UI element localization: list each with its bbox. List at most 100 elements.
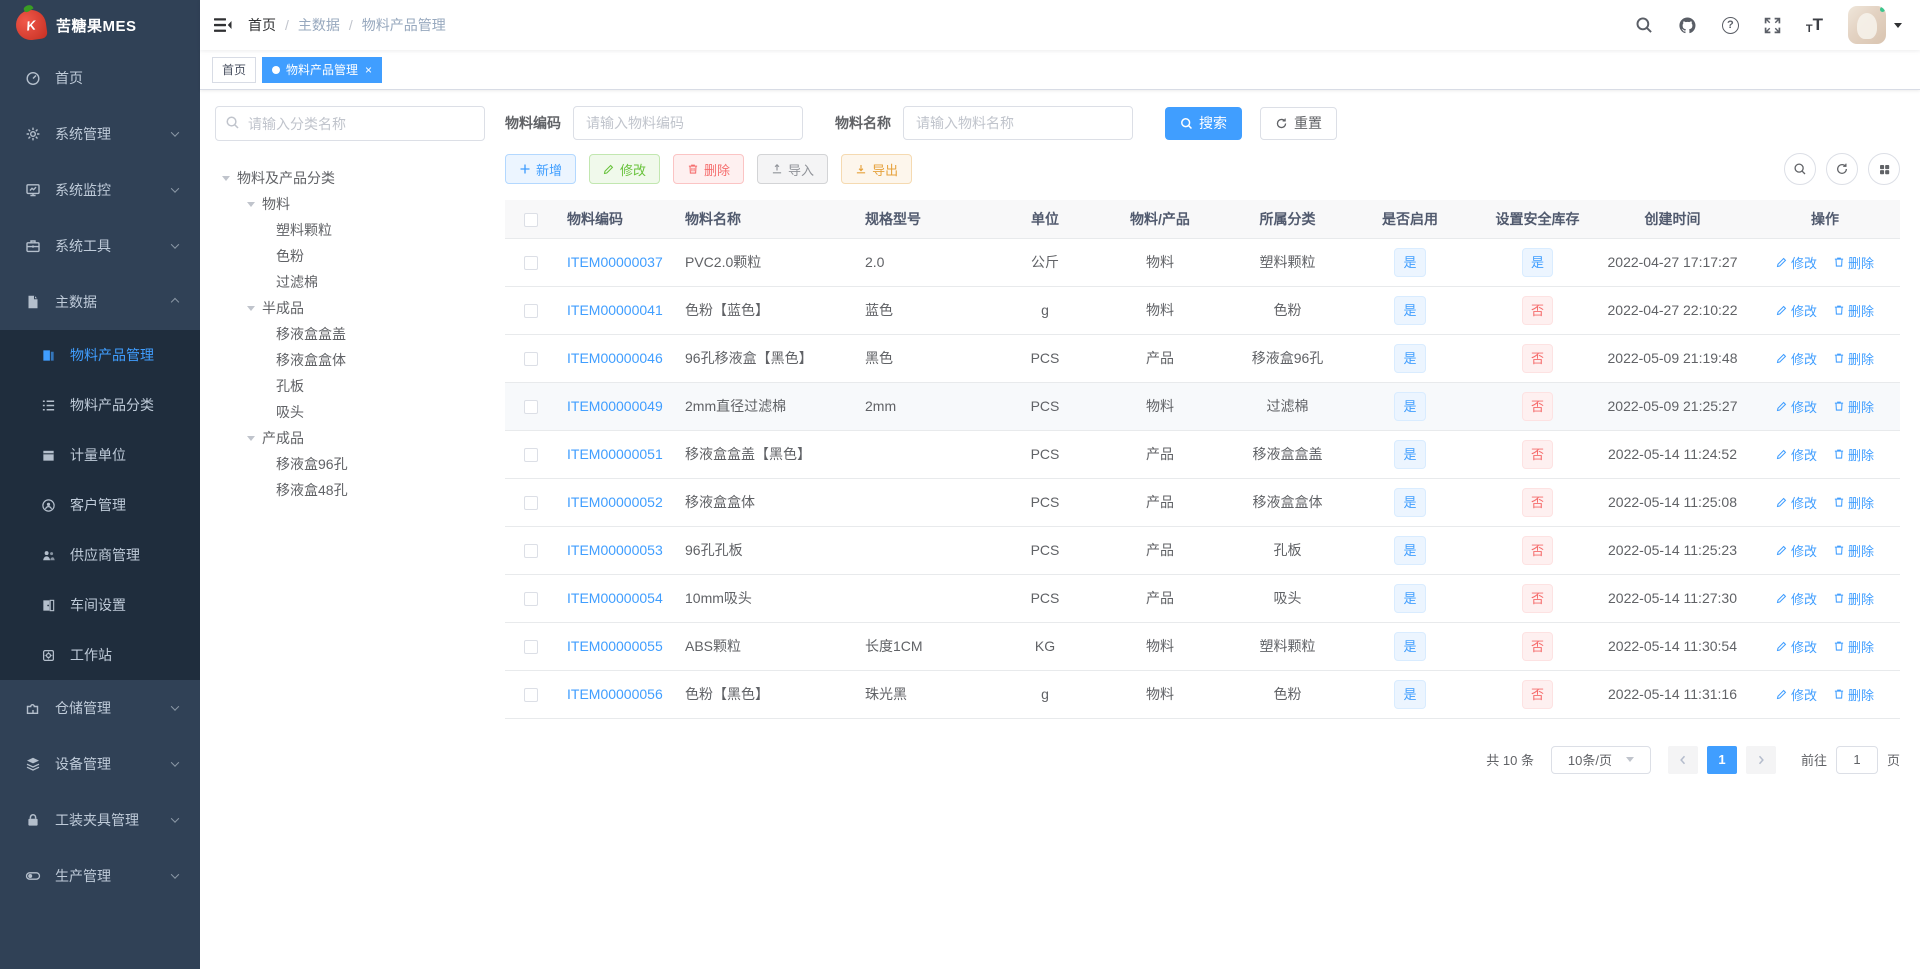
row-checkbox[interactable] (524, 352, 538, 367)
page-size-select[interactable]: 10条/页 (1550, 745, 1651, 774)
tree-node[interactable]: 移液盒96孔 (215, 451, 485, 477)
row-checkbox[interactable] (524, 640, 538, 655)
add-button[interactable]: 新增 (505, 154, 577, 184)
row-delete-button[interactable]: 删除 (1833, 541, 1874, 560)
row-checkbox[interactable] (524, 496, 538, 511)
delete-button[interactable]: 删除 (673, 154, 745, 184)
material-code-link[interactable]: ITEM00000041 (567, 302, 663, 318)
row-delete-button[interactable]: 删除 (1833, 493, 1874, 512)
tree-node[interactable]: 移液盒盒体 (215, 347, 485, 373)
tree-node[interactable]: 半成品 (215, 295, 485, 321)
github-icon[interactable] (1678, 16, 1697, 35)
tree-node[interactable]: 吸头 (215, 399, 485, 425)
row-delete-button[interactable]: 删除 (1833, 589, 1874, 608)
font-size-icon[interactable]: TT (1806, 15, 1823, 35)
sidebar-item-production[interactable]: 生产管理 (0, 848, 200, 904)
row-edit-button[interactable]: 修改 (1776, 493, 1817, 512)
select-all-checkbox[interactable] (524, 212, 538, 227)
sidebar-item-master-data[interactable]: 主数据 (0, 274, 200, 330)
material-code-input[interactable] (573, 106, 803, 140)
breadcrumb-item[interactable]: 首页 (248, 15, 276, 35)
breadcrumb-item[interactable]: 主数据 (298, 15, 340, 35)
tree-expand-icon[interactable] (247, 202, 255, 211)
sidebar-item-system-manage[interactable]: 系统管理 (0, 106, 200, 162)
row-edit-button[interactable]: 修改 (1776, 445, 1817, 464)
reset-button[interactable]: 重置 (1260, 106, 1337, 140)
search-icon[interactable] (1635, 16, 1653, 34)
material-code-link[interactable]: ITEM00000051 (567, 446, 663, 462)
next-page-button[interactable] (1745, 745, 1776, 774)
material-code-link[interactable]: ITEM00000046 (567, 350, 663, 366)
sidebar-item-customer-manage[interactable]: 客户管理 (0, 480, 200, 530)
help-icon[interactable]: ? (1721, 16, 1739, 34)
columns-grid-icon[interactable] (1868, 153, 1900, 185)
row-edit-button[interactable]: 修改 (1776, 301, 1817, 320)
page-number-1[interactable]: 1 (1706, 745, 1737, 774)
row-edit-button[interactable]: 修改 (1776, 349, 1817, 368)
tree-node[interactable]: 物料 (215, 191, 485, 217)
user-menu[interactable] (1848, 6, 1902, 44)
row-checkbox[interactable] (524, 256, 538, 271)
tree-expand-icon[interactable] (247, 436, 255, 445)
row-checkbox[interactable] (524, 304, 538, 319)
sidebar-item-home[interactable]: 首页 (0, 50, 200, 106)
tab-home[interactable]: 首页 (212, 56, 257, 83)
tree-node[interactable]: 塑料颗粒 (215, 217, 485, 243)
tree-node[interactable]: 过滤棉 (215, 269, 485, 295)
sidebar-item-warehouse[interactable]: 仓储管理 (0, 680, 200, 736)
import-button[interactable]: 导入 (757, 154, 829, 184)
sidebar-item-equipment[interactable]: 设备管理 (0, 736, 200, 792)
sidebar-fold-icon[interactable] (214, 17, 232, 33)
material-code-link[interactable]: ITEM00000056 (567, 686, 663, 702)
tree-node[interactable]: 产成品 (215, 425, 485, 451)
material-name-input[interactable] (903, 106, 1133, 140)
tree-node[interactable]: 物料及产品分类 (215, 165, 485, 191)
avatar[interactable] (1848, 6, 1886, 44)
row-checkbox[interactable] (524, 448, 538, 463)
toggle-search-icon[interactable] (1784, 153, 1816, 185)
sidebar-item-supplier-manage[interactable]: 供应商管理 (0, 530, 200, 580)
sidebar-item-workshop-settings[interactable]: 车间设置 (0, 580, 200, 630)
sidebar-item-material-manage[interactable]: 物料产品管理 (0, 330, 200, 380)
tree-node[interactable]: 色粉 (215, 243, 485, 269)
row-delete-button[interactable]: 删除 (1833, 397, 1874, 416)
row-delete-button[interactable]: 删除 (1833, 253, 1874, 272)
row-edit-button[interactable]: 修改 (1776, 397, 1817, 416)
row-delete-button[interactable]: 删除 (1833, 445, 1874, 464)
edit-button[interactable]: 修改 (589, 154, 661, 184)
sidebar-item-material-category[interactable]: 物料产品分类 (0, 380, 200, 430)
sidebar-item-system-monitor[interactable]: 系统监控 (0, 162, 200, 218)
tree-expand-icon[interactable] (222, 176, 230, 185)
material-code-link[interactable]: ITEM00000052 (567, 494, 663, 510)
material-code-link[interactable]: ITEM00000055 (567, 638, 663, 654)
tree-node[interactable]: 移液盒48孔 (215, 477, 485, 503)
row-checkbox[interactable] (524, 544, 538, 559)
tree-node[interactable]: 孔板 (215, 373, 485, 399)
sidebar-item-measure-unit[interactable]: 计量单位 (0, 430, 200, 480)
category-search-input[interactable] (215, 106, 485, 141)
refresh-icon[interactable] (1826, 153, 1858, 185)
search-button[interactable]: 搜索 (1165, 106, 1242, 140)
tree-expand-icon[interactable] (247, 306, 255, 315)
row-checkbox[interactable] (524, 688, 538, 703)
material-code-link[interactable]: ITEM00000053 (567, 542, 663, 558)
row-checkbox[interactable] (524, 400, 538, 415)
row-edit-button[interactable]: 修改 (1776, 253, 1817, 272)
prev-page-button[interactable] (1667, 745, 1698, 774)
row-delete-button[interactable]: 删除 (1833, 637, 1874, 656)
sidebar-item-fixtures[interactable]: 工装夹具管理 (0, 792, 200, 848)
close-icon[interactable]: × (365, 64, 372, 76)
material-code-link[interactable]: ITEM00000049 (567, 398, 663, 414)
tab-material-manage[interactable]: 物料产品管理 × (262, 56, 383, 83)
material-code-link[interactable]: ITEM00000037 (567, 254, 663, 270)
row-edit-button[interactable]: 修改 (1776, 637, 1817, 656)
export-button[interactable]: 导出 (841, 154, 913, 184)
row-delete-button[interactable]: 删除 (1833, 349, 1874, 368)
fullscreen-icon[interactable] (1764, 17, 1781, 34)
goto-page-input[interactable] (1835, 745, 1878, 774)
sidebar-item-system-tools[interactable]: 系统工具 (0, 218, 200, 274)
row-delete-button[interactable]: 删除 (1833, 301, 1874, 320)
tree-node[interactable]: 移液盒盒盖 (215, 321, 485, 347)
material-code-link[interactable]: ITEM00000054 (567, 590, 663, 606)
row-edit-button[interactable]: 修改 (1776, 685, 1817, 704)
